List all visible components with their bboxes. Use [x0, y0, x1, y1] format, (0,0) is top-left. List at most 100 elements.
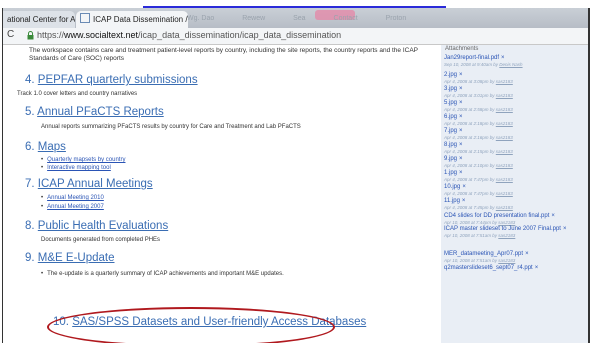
section-link-maps[interactable]: Maps [38, 141, 66, 153]
attachment-link[interactable]: 10.jpg × [444, 184, 588, 190]
attachment-link[interactable]: Jan29report-final.pdf × [444, 55, 588, 61]
attachment-link[interactable]: 2.jpg × [444, 72, 588, 78]
attachment-user-link[interactable]: sas2183 [496, 205, 513, 210]
attachment-user-link[interactable]: sas2183 [496, 135, 513, 140]
attachment-meta: Apr 4, 2008 at 2:58pm by sas2183 [444, 107, 588, 112]
section-me-update: 9. M&E E-Update [25, 252, 115, 264]
delete-attachment-icon[interactable]: × [525, 251, 529, 257]
attachment-user-link[interactable]: sas2183 [498, 233, 515, 238]
background-tab[interactable]: Wg. Dao [187, 15, 214, 22]
section-number: 9. [25, 252, 35, 264]
bullet-text: The e-update is a quarterly summary of I… [47, 271, 284, 277]
reload-icon[interactable]: C [7, 29, 14, 40]
background-tab[interactable]: Proton [386, 15, 407, 22]
highlight-ellipse [47, 307, 335, 343]
delete-attachment-icon[interactable]: × [459, 86, 463, 92]
attachment-meta: Sep 10, 2008 at 9:40am by Denis Nash [444, 62, 588, 67]
section-link-pfacts[interactable]: Annual PFaCTS Reports [37, 106, 164, 118]
background-tab[interactable]: Sea [293, 15, 305, 22]
attachment-date: Apr 10, 2008 at 7:51am by [444, 258, 499, 263]
attachment-meta: Apr 4, 2008 at 7:47pm by sas2183 [444, 191, 588, 196]
section-annual-meetings: 7. ICAP Annual Meetings [25, 178, 153, 190]
attachment-item: ICAP master slideset to June 2007 Final.… [444, 226, 588, 238]
attachment-user-link[interactable]: sas2183 [498, 220, 515, 225]
delete-attachment-icon[interactable]: × [459, 72, 463, 78]
attachment-link[interactable]: 11.jpg × [444, 198, 588, 204]
attachment-link[interactable]: 5.jpg × [444, 100, 588, 106]
url-path: /icap_data_dissemination/icap_data_disse… [138, 30, 342, 40]
attachment-user-link[interactable]: sas2183 [496, 121, 513, 126]
attachment-user-link[interactable]: sas2183 [496, 107, 513, 112]
attachment-link[interactable]: 3.jpg × [444, 86, 588, 92]
delete-attachment-icon[interactable]: × [459, 170, 463, 176]
attachment-date: Apr 4, 2008 at 2:18pm by [444, 121, 496, 126]
attachment-user-link[interactable]: sas2183 [496, 79, 513, 84]
attachment-meta: Apr 4, 2008 at 2:10pm by sas2183 [444, 163, 588, 168]
delete-attachment-icon[interactable]: × [459, 100, 463, 106]
frame-border [588, 8, 589, 343]
delete-attachment-icon[interactable]: × [563, 226, 567, 232]
delete-attachment-icon[interactable]: × [535, 265, 539, 271]
attachment-user-link[interactable]: sas2183 [496, 149, 513, 154]
attachment-filename: Jan29report-final.pdf [444, 55, 500, 61]
attachment-meta: Apr 10, 2008 at 7:44pm by sas2183 [444, 220, 588, 225]
link-label: Annual Meeting 2007 [47, 204, 104, 210]
section-public-health: 8. Public Health Evaluations [25, 220, 168, 232]
background-tab[interactable]: Rewew [242, 15, 265, 22]
link-annual-meeting-2010[interactable]: Annual Meeting 2010 [41, 195, 104, 201]
attachment-date: Apr 4, 2008 at 3:08pm by [444, 79, 496, 84]
attachment-link[interactable]: q2masterslideset6_sept07_r4.ppt × [444, 265, 588, 271]
page-content: The workspace contains care and treatmen… [3, 45, 589, 343]
attachment-filename: 10.jpg [444, 184, 461, 190]
attachment-date: Apr 4, 2008 at 7:47pm by [444, 191, 496, 196]
link-label: Quarterly mapsets by country [47, 157, 126, 163]
tab-aids-center[interactable]: ational Center for AID [3, 11, 75, 28]
url-text[interactable]: https://www.socialtext.net/icap_data_dis… [37, 30, 341, 40]
attachment-link[interactable]: 9.jpg × [444, 156, 588, 162]
section-link-pepfar[interactable]: PEPFAR quarterly submissions [38, 74, 198, 86]
attachment-item: 7.jpg × Apr 4, 2008 at 2:16pm by sas2183 [444, 128, 588, 140]
attachment-link[interactable]: 7.jpg × [444, 128, 588, 134]
attachment-link[interactable]: MER_datameeting_Apr07.ppt × [444, 251, 588, 257]
attachment-user-link[interactable]: sas2183 [496, 93, 513, 98]
background-tab[interactable]: Contact [334, 15, 358, 22]
section-link-annual-meetings[interactable]: ICAP Annual Meetings [38, 178, 153, 190]
attachment-filename: 9.jpg [444, 156, 458, 162]
url-scheme: https:// [37, 30, 65, 40]
attachment-link[interactable]: 6.jpg × [444, 114, 588, 120]
delete-attachment-icon[interactable]: × [551, 213, 555, 219]
tab-label: ICAP Data Dissemination / [93, 15, 188, 24]
attachment-link[interactable]: CD4 slides for DD presentation final.ppt… [444, 213, 588, 219]
attachment-item: 5.jpg × Apr 4, 2008 at 2:58pm by sas2183 [444, 100, 588, 112]
delete-attachment-icon[interactable]: × [462, 198, 466, 204]
delete-attachment-icon[interactable]: × [459, 114, 463, 120]
link-interactive-mapping[interactable]: Interactive mapping tool [41, 165, 111, 171]
attachment-user-link[interactable]: sas2183 [496, 163, 513, 168]
section-link-me-update[interactable]: M&E E-Update [38, 252, 115, 264]
attachment-user-link[interactable]: sas2183 [496, 191, 513, 196]
section-link-public-health[interactable]: Public Health Evaluations [38, 220, 168, 232]
attachment-item: 9.jpg × Apr 4, 2008 at 2:10pm by sas2183 [444, 156, 588, 168]
sidebar-heading: Attachments [445, 46, 479, 52]
attachment-meta: Apr 10, 2008 at 7:51am by sas2183 [444, 258, 588, 263]
address-bar[interactable]: C https://www.socialtext.net/icap_data_d… [3, 28, 589, 45]
link-annual-meeting-2007[interactable]: Annual Meeting 2007 [41, 204, 104, 210]
section-number: 6. [25, 141, 35, 153]
attachment-date: Apr 10, 2008 at 7:44pm by [444, 220, 499, 225]
delete-attachment-icon[interactable]: × [462, 184, 466, 190]
attachment-date: Apr 10, 2008 at 7:51am by [444, 233, 499, 238]
attachment-link[interactable]: 8.jpg × [444, 142, 588, 148]
attachment-user-link[interactable]: sas2183 [496, 177, 513, 182]
link-quarterly-mapsets[interactable]: Quarterly mapsets by country [41, 157, 125, 163]
attachment-filename: 11.jpg [444, 198, 460, 204]
tab-icap-data-dissemination[interactable]: ICAP Data Dissemination /× [76, 11, 188, 28]
attachment-user-link[interactable]: Denis Nash [499, 62, 522, 67]
attachment-item: 11.jpg × Apr 4, 2008 at 7:45pm by sas2183 [444, 198, 588, 210]
attachment-user-link[interactable]: sas2183 [498, 258, 515, 263]
delete-attachment-icon[interactable]: × [501, 55, 505, 61]
delete-attachment-icon[interactable]: × [459, 128, 463, 134]
attachment-link[interactable]: 1.jpg × [444, 170, 588, 176]
delete-attachment-icon[interactable]: × [459, 156, 463, 162]
attachment-link[interactable]: ICAP master slideset to June 2007 Final.… [444, 226, 588, 232]
delete-attachment-icon[interactable]: × [459, 142, 463, 148]
